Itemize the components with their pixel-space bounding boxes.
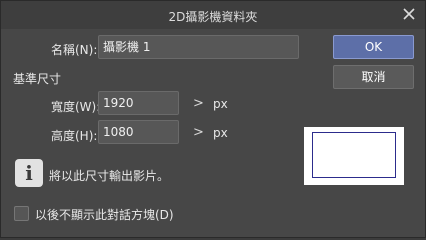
size-preview: [304, 127, 404, 185]
width-spin-arrow[interactable]: >: [193, 96, 204, 111]
title-bar: 2D攝影機資料夾: [1, 1, 425, 29]
height-spin-arrow[interactable]: >: [193, 125, 204, 140]
dont-show-again-checkbox[interactable]: [14, 206, 29, 221]
height-label: 高度(H):: [51, 129, 98, 143]
preview-frame: [312, 132, 396, 178]
width-label: 寬度(W):: [51, 100, 101, 114]
cancel-button[interactable]: 取消: [333, 65, 414, 89]
name-label: 名稱(N):: [51, 43, 98, 57]
height-input[interactable]: 1080: [98, 120, 179, 144]
dont-show-again-label[interactable]: 以後不顯示此對話方塊(D): [35, 206, 174, 223]
ok-button[interactable]: OK: [333, 35, 414, 59]
info-icon: i: [15, 159, 43, 187]
close-icon[interactable]: [401, 6, 417, 22]
width-input[interactable]: 1920: [98, 91, 179, 115]
dialog-title: 2D攝影機資料夾: [168, 10, 258, 24]
width-unit: px: [213, 97, 228, 111]
base-size-heading: 基準尺寸: [13, 72, 62, 86]
name-input[interactable]: 攝影機 1: [98, 35, 299, 59]
height-unit: px: [213, 126, 228, 140]
info-message: 將以此尺寸輸出影片。: [49, 169, 170, 183]
camera-folder-dialog: 2D攝影機資料夾 名稱(N): 攝影機 1 基準尺寸 寬度(W): 1920 >…: [0, 0, 426, 238]
